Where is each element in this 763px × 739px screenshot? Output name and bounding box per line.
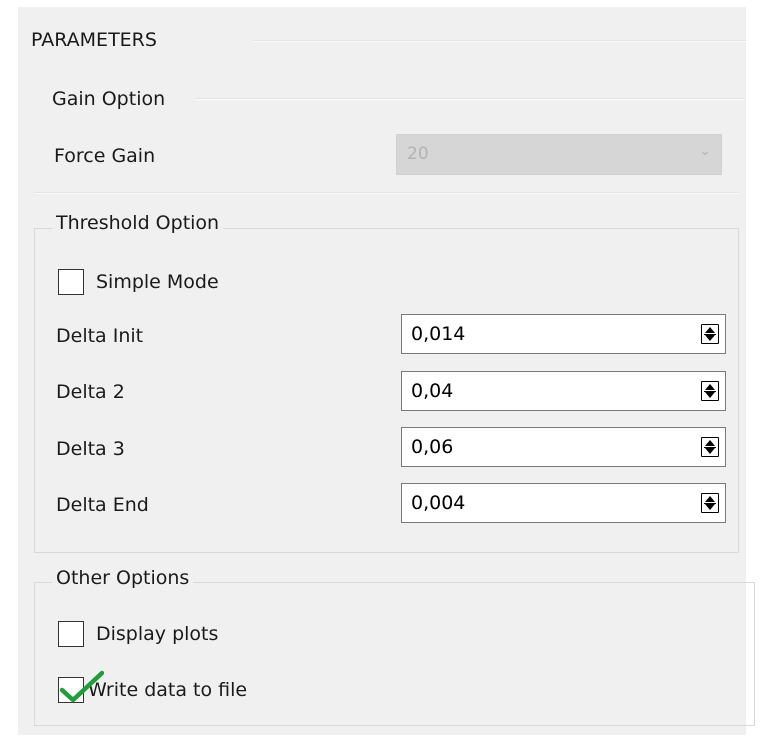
display-plots-checkbox[interactable] bbox=[58, 621, 84, 647]
delta-2-value: 0,04 bbox=[411, 380, 454, 402]
spin-arrows-icon[interactable] bbox=[701, 381, 719, 401]
gain-option-title: Gain Option bbox=[52, 88, 166, 110]
display-plots-label: Display plots bbox=[96, 623, 219, 645]
simple-mode-row[interactable]: Simple Mode bbox=[58, 269, 219, 295]
parameters-title: PARAMETERS bbox=[31, 29, 157, 51]
spin-arrows-icon[interactable] bbox=[701, 493, 719, 513]
chevron-down-icon: ⌄ bbox=[699, 143, 711, 159]
display-plots-row[interactable]: Display plots bbox=[58, 621, 218, 647]
delta-3-label: Delta 3 bbox=[56, 438, 125, 460]
delta-init-value: 0,014 bbox=[411, 323, 466, 345]
gain-option-divider bbox=[196, 98, 744, 100]
delta-3-spinbox[interactable]: 0,06 bbox=[401, 427, 726, 467]
force-gain-value: 20 bbox=[407, 144, 429, 164]
delta-end-value: 0,004 bbox=[411, 492, 466, 514]
delta-init-spinbox[interactable]: 0,014 bbox=[401, 314, 726, 354]
delta-2-spinbox[interactable]: 0,04 bbox=[401, 371, 726, 411]
parameters-panel: PARAMETERS Gain Option Force Gain 20 ⌄ T… bbox=[18, 7, 755, 735]
write-data-checkbox[interactable] bbox=[58, 670, 104, 703]
delta-init-label: Delta Init bbox=[56, 325, 144, 347]
write-data-row[interactable]: Write data to file bbox=[58, 670, 248, 703]
delta-end-label: Delta End bbox=[56, 494, 149, 516]
spin-arrows-icon[interactable] bbox=[701, 437, 719, 457]
simple-mode-checkbox[interactable] bbox=[58, 269, 84, 295]
parameters-divider bbox=[253, 40, 746, 42]
spin-arrows-icon[interactable] bbox=[701, 324, 719, 344]
simple-mode-label: Simple Mode bbox=[96, 271, 219, 293]
other-options-group bbox=[34, 582, 755, 726]
force-gain-select[interactable]: 20 ⌄ bbox=[396, 134, 722, 175]
delta-3-value: 0,06 bbox=[411, 436, 454, 458]
delta-2-label: Delta 2 bbox=[56, 381, 125, 403]
threshold-option-title: Threshold Option bbox=[52, 212, 224, 234]
write-data-label: Write data to file bbox=[88, 679, 248, 701]
gain-option-bottom-divider bbox=[34, 192, 738, 194]
other-options-title: Other Options bbox=[52, 567, 194, 589]
force-gain-label: Force Gain bbox=[54, 145, 156, 167]
delta-end-spinbox[interactable]: 0,004 bbox=[401, 483, 726, 523]
